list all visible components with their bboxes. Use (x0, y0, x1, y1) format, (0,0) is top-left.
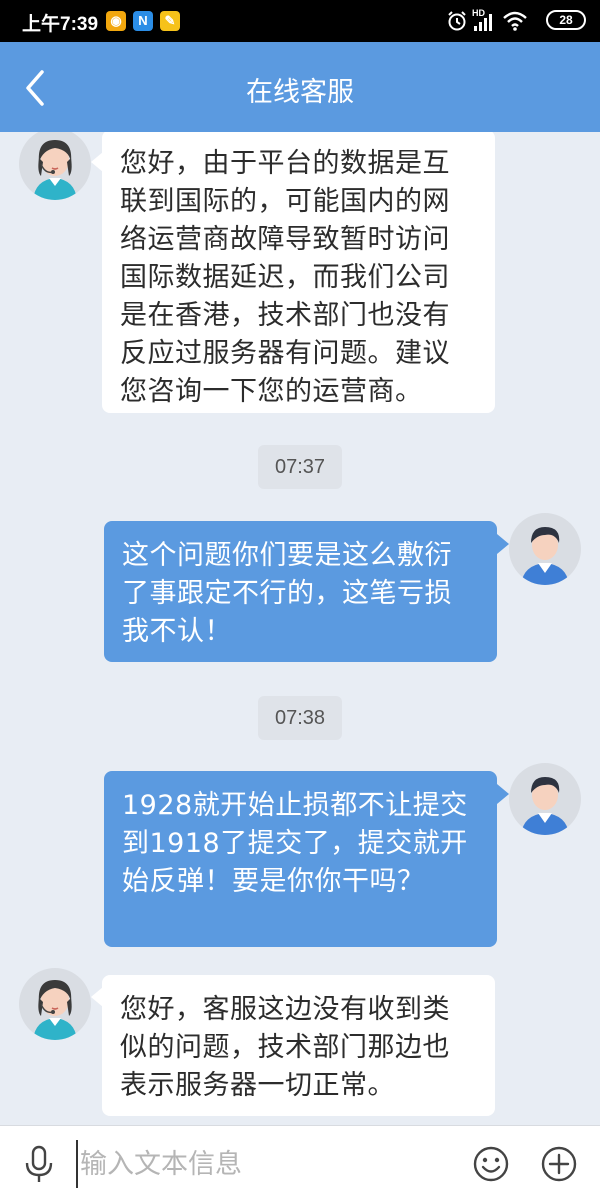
page-title: 在线客服 (246, 77, 354, 108)
agent-message-bubble[interactable]: 您好，由于平台的数据是互联到国际的，可能国内的网络运营商故障导致暂时访问国际数据… (102, 132, 495, 413)
app-notification-icon: N (133, 11, 153, 31)
status-bar: 上午7:39 ◉ N ✎ HD 28 (0, 0, 600, 42)
message-text-input[interactable] (76, 1140, 452, 1188)
voice-input-button[interactable] (22, 1144, 56, 1184)
app-notification-icon: ✎ (160, 11, 180, 31)
battery-indicator: 28 (546, 10, 586, 30)
header-bar: 在线客服 (0, 42, 600, 132)
user-avatar (509, 513, 581, 585)
plus-circle-icon (541, 1146, 577, 1182)
status-indicators: HD 28 (446, 8, 586, 34)
agent-avatar (19, 132, 91, 200)
user-message-bubble[interactable]: 1928就开始止损都不让提交到1918了提交了，提交就开始反弹！要是你你干吗？ (104, 771, 497, 947)
user-message-bubble[interactable]: 这个问题你们要是这么敷衍了事跟定不行的，这笔亏损我不认！ (104, 521, 497, 662)
agent-message-bubble[interactable]: 您好，客服这边没有收到类似的问题，技术部门那边也表示服务器一切正常。 (102, 975, 495, 1116)
chat-message-list[interactable]: 您好，由于平台的数据是互联到国际的，可能国内的网络运营商故障导致暂时访问国际数据… (0, 132, 600, 1125)
agent-avatar (19, 968, 91, 1040)
bubble-tail (497, 534, 509, 554)
user-avatar (509, 763, 581, 835)
signal-icon (474, 14, 492, 31)
app-notification-icon: ◉ (106, 11, 126, 31)
alarm-icon (448, 11, 466, 31)
message-input-bar (0, 1125, 600, 1200)
microphone-icon (25, 1145, 53, 1182)
bubble-tail (497, 784, 509, 804)
more-options-button[interactable] (540, 1145, 578, 1183)
message-timestamp: 07:37 (258, 445, 342, 489)
status-time: 上午7:39 (22, 14, 99, 35)
emoji-button[interactable] (472, 1145, 510, 1183)
smiley-icon (473, 1146, 509, 1182)
wifi-icon (503, 11, 527, 31)
message-timestamp: 07:38 (258, 696, 342, 740)
